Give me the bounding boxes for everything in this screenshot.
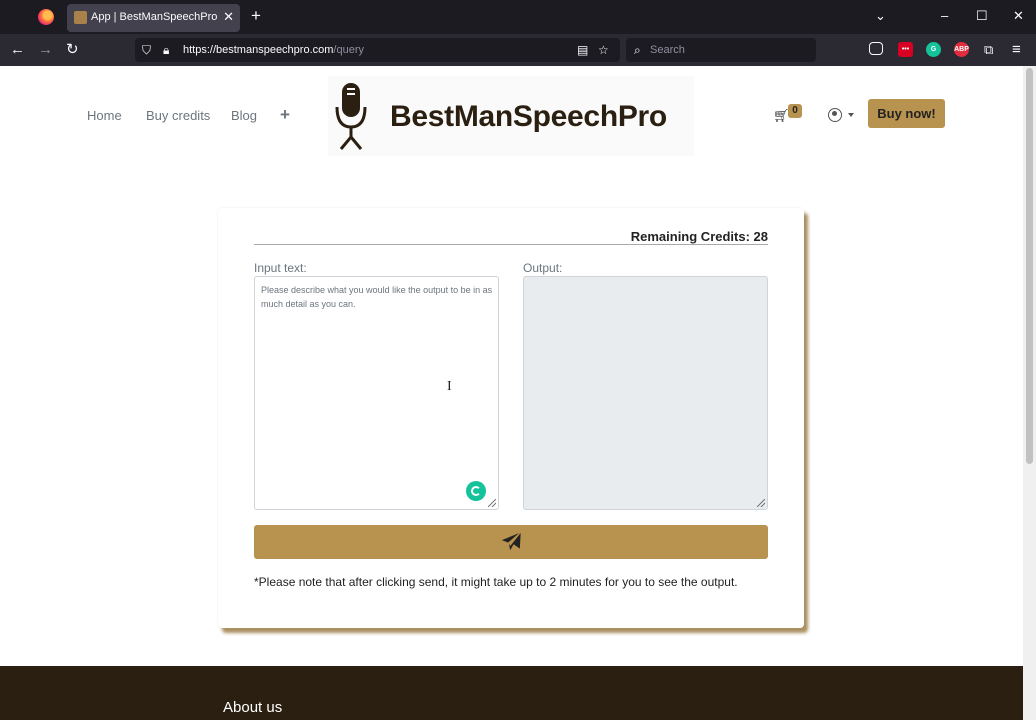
search-bar[interactable]: ⌕ Search [626,38,816,62]
extensions-icon[interactable]: ⧉ [984,41,993,58]
remaining-credits: Remaining Credits: 28 [630,229,768,244]
browser-tab-bar: App | BestManSpeechPro ✕ + ⌄ – ☐ ✕ [0,0,1036,34]
nav-link-blog[interactable]: Blog [231,108,257,123]
grammarly-icon[interactable] [466,481,486,501]
search-icon: ⌕ [634,43,641,57]
user-dropdown-caret-icon[interactable] [848,113,854,117]
output-label: Output: [523,261,563,275]
output-textarea[interactable] [523,276,768,510]
site-logo[interactable]: BestManSpeechPro [328,76,694,156]
url-text[interactable]: https://bestmanspeechpro.com/query [183,44,364,56]
reload-icon[interactable]: ↻ [66,41,79,58]
page-scrollbar[interactable] [1023,66,1036,720]
url-bar[interactable]: ⛉ 🔒︎ https://bestmanspeechpro.com/query … [135,38,620,62]
input-label: Input text: [254,261,307,275]
pocket-icon[interactable] [869,42,883,55]
buy-now-button[interactable]: Buy now! [868,99,945,128]
footer-about-title: About us [223,699,283,716]
lock-icon[interactable]: 🔒︎ [163,43,169,57]
user-account-icon[interactable] [828,108,842,122]
minimize-button[interactable]: – [941,8,948,24]
resize-handle-icon[interactable] [488,499,496,507]
forward-arrow-icon[interactable]: → [38,41,53,58]
tab-favicon-icon [74,11,87,24]
scrollbar-thumb[interactable] [1026,68,1033,464]
reader-view-icon[interactable]: ▤ [577,43,588,57]
send-icon [500,531,522,552]
menu-icon[interactable]: ≡ [1012,41,1021,58]
maximize-button[interactable]: ☐ [976,8,988,24]
footer: About us [0,666,1023,720]
logo-text: BestManSpeechPro [390,100,667,133]
tab-title: App | BestManSpeechPro [91,11,218,23]
send-note: *Please note that after clicking send, i… [254,575,738,589]
query-card: Remaining Credits: 28 Input text: Please… [218,208,804,628]
bookmark-star-icon[interactable]: ☆ [598,43,609,57]
firefox-logo-icon[interactable] [38,9,54,25]
adblock-icon[interactable]: ABP [954,42,969,57]
grammarly-extension-icon[interactable]: G [926,42,941,57]
page-viewport: Home Buy credits Blog + BestManSpeechPro… [0,66,1023,720]
text-cursor-icon: I [447,379,452,394]
url-domain: https://bestmanspeechpro.com [183,44,334,56]
tab-close-icon[interactable]: ✕ [223,9,234,25]
browser-nav-bar: ← → ↻ ⛉ 🔒︎ https://bestmanspeechpro.com/… [0,34,1036,66]
new-tab-button[interactable]: + [251,7,261,25]
back-arrow-icon[interactable]: ← [10,41,25,58]
nav-link-buy-credits[interactable]: Buy credits [146,108,210,123]
close-window-button[interactable]: ✕ [1013,8,1024,24]
nav-link-home[interactable]: Home [87,108,122,123]
cart-count-badge: 0 [788,104,802,118]
extension-red-icon[interactable]: ••• [898,42,913,57]
input-textarea[interactable]: Please describe what you would like the … [254,276,499,510]
search-placeholder: Search [650,44,685,56]
send-button[interactable] [254,525,768,559]
resize-handle-icon[interactable] [757,499,765,507]
input-placeholder: Please describe what you would like the … [261,285,493,309]
shield-icon[interactable]: ⛉ [142,43,151,57]
url-path: /query [333,44,364,56]
microphone-icon [335,83,367,150]
nav-plus-icon[interactable]: + [280,105,290,125]
divider [254,244,768,245]
list-all-tabs-icon[interactable]: ⌄ [875,8,886,24]
browser-tab-active[interactable]: App | BestManSpeechPro ✕ [67,4,240,32]
